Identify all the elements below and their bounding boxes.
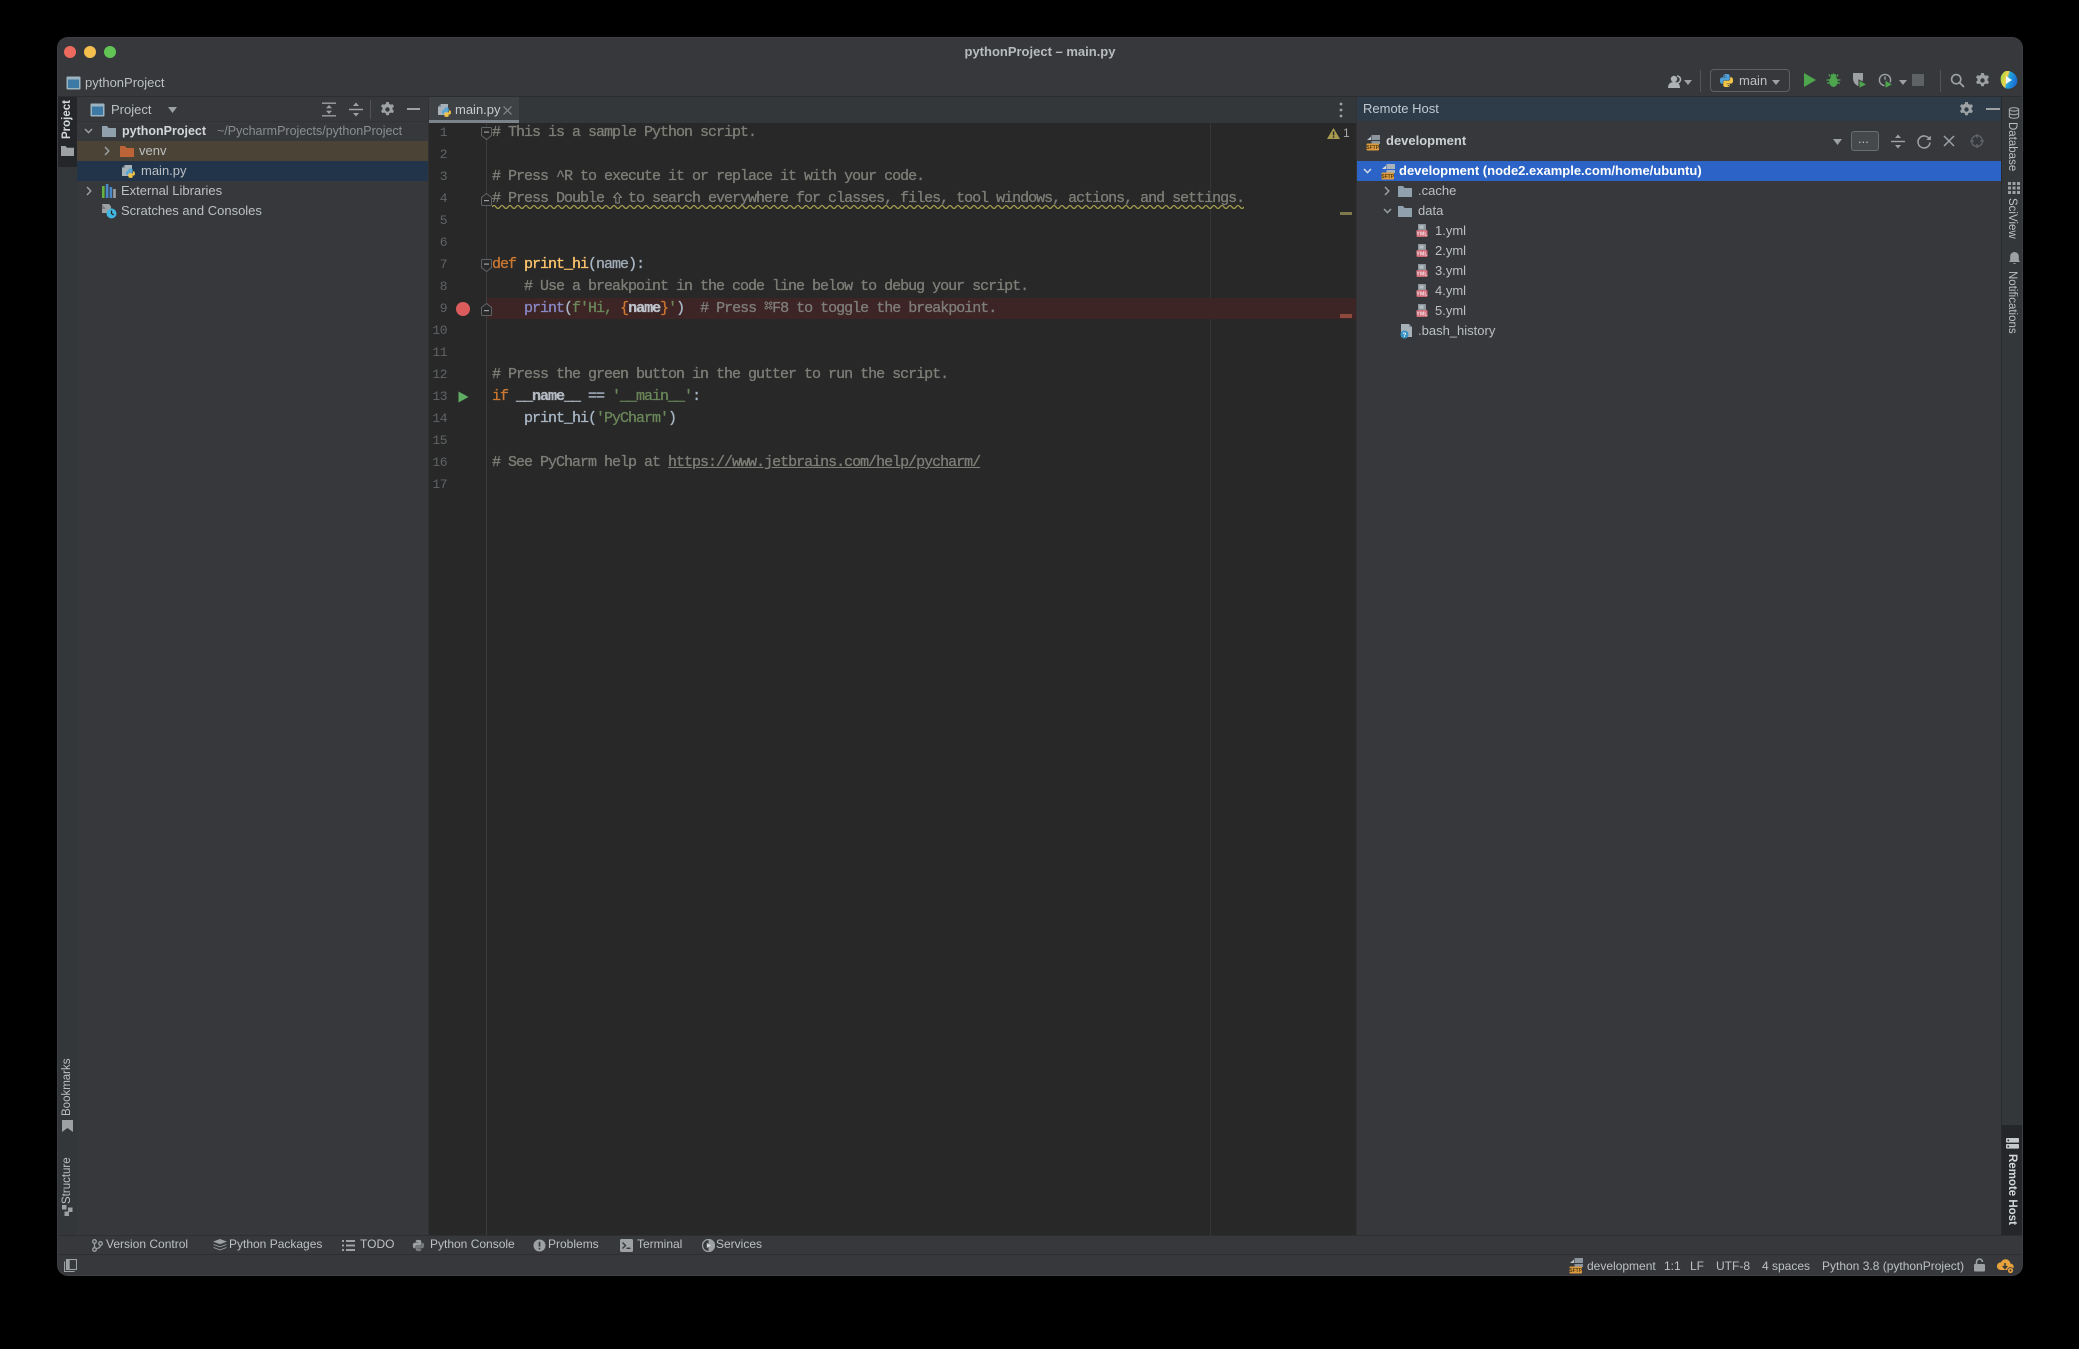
- svg-text:YML: YML: [1416, 232, 1428, 238]
- svg-text:SFTP: SFTP: [1366, 145, 1379, 151]
- svg-text:SFTP: SFTP: [1381, 174, 1394, 180]
- svg-text:?: ?: [1403, 332, 1407, 339]
- svg-text:YML: YML: [1416, 312, 1428, 318]
- svg-text:YML: YML: [1416, 252, 1428, 258]
- svg-text:SFTP: SFTP: [1569, 1268, 1582, 1274]
- svg-text:YML: YML: [1416, 292, 1428, 298]
- svg-text:YML: YML: [1416, 272, 1428, 278]
